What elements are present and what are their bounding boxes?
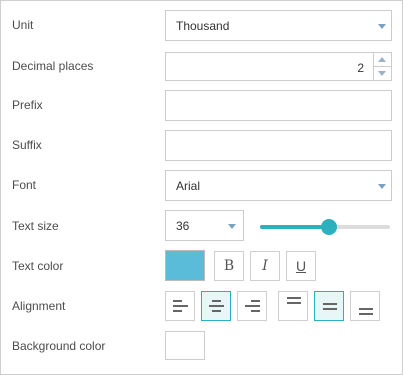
background-color-swatch[interactable] [165,331,205,360]
underline-button[interactable]: U [286,251,316,281]
italic-button[interactable]: I [250,251,280,281]
bold-button[interactable]: B [214,251,244,281]
font-label: Font [12,178,37,192]
text-color-label: Text color [12,259,64,273]
decimal-places-spinner [373,53,391,80]
text-size-select[interactable]: 36 [165,210,244,241]
decimal-places-input[interactable]: 2 [165,52,392,81]
prefix-input[interactable] [165,90,392,121]
unit-select[interactable]: Thousand [165,10,392,41]
chevron-down-icon [228,224,236,229]
align-center-button[interactable] [201,291,231,321]
text-size-value: 36 [176,219,190,233]
suffix-label: Suffix [12,138,42,152]
format-settings-panel: Unit Thousand Decimal places 2 Prefix Su… [0,0,403,375]
decimal-places-label: Decimal places [12,59,94,73]
text-color-swatch[interactable] [165,250,205,281]
chevron-down-icon [378,71,386,76]
font-value: Arial [176,179,201,193]
text-size-slider[interactable] [260,219,390,235]
alignment-label: Alignment [12,299,66,313]
prefix-label: Prefix [12,98,43,112]
decimal-places-value: 2 [357,61,364,75]
align-bottom-button[interactable] [350,291,380,321]
decrement-button[interactable] [374,67,391,81]
chevron-up-icon [378,57,386,62]
increment-button[interactable] [374,53,391,67]
font-select[interactable]: Arial [165,170,392,201]
unit-value: Thousand [176,19,230,33]
align-left-button[interactable] [165,291,195,321]
text-size-slider-fill [260,225,329,229]
text-size-slider-thumb[interactable] [320,219,337,235]
suffix-input[interactable] [165,130,392,161]
text-size-label: Text size [12,219,59,233]
align-right-button[interactable] [237,291,267,321]
background-color-label: Background color [12,339,106,353]
unit-label: Unit [12,18,34,32]
chevron-down-icon [378,24,386,29]
chevron-down-icon [378,184,386,189]
align-top-button[interactable] [278,291,308,321]
align-middle-button[interactable] [314,291,344,321]
